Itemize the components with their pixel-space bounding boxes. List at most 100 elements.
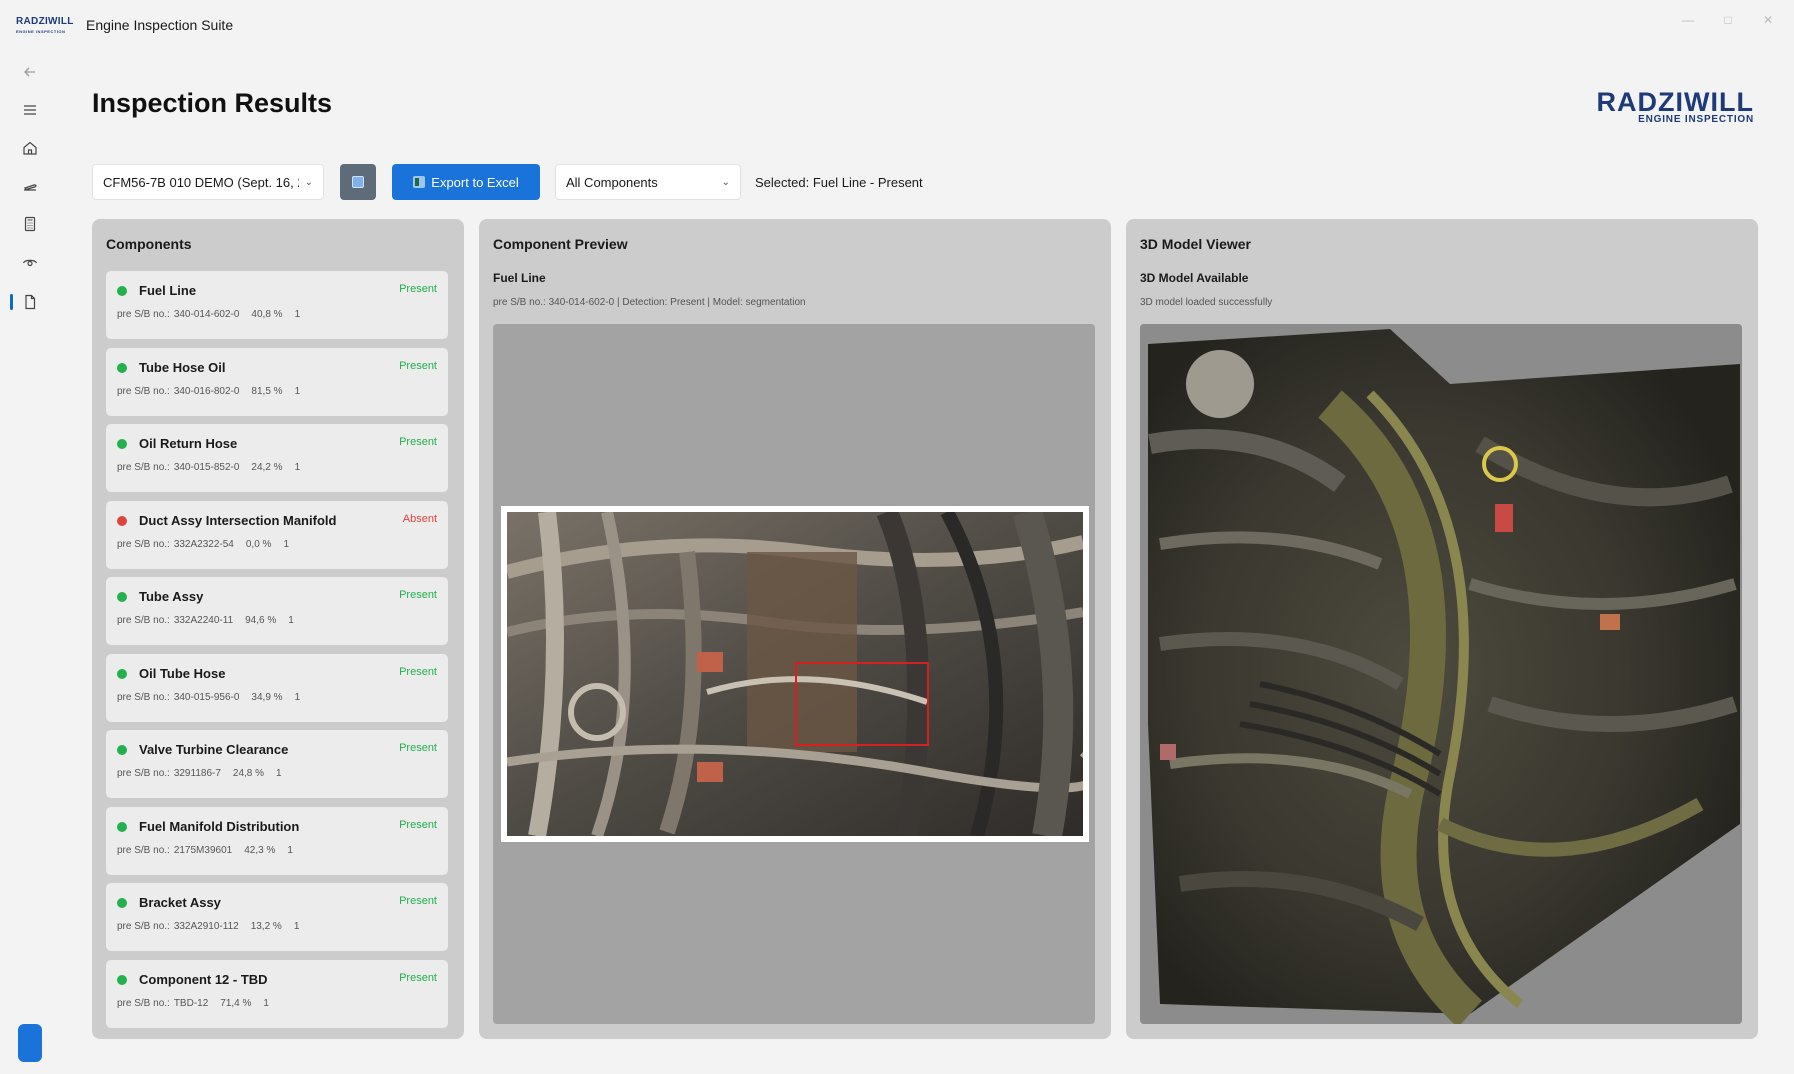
preview-viewport[interactable] bbox=[493, 324, 1095, 1024]
count-value: 1 bbox=[294, 385, 301, 397]
status-dot bbox=[117, 898, 127, 908]
part-label: pre S/B no.: bbox=[117, 538, 170, 550]
component-status: Present bbox=[399, 283, 437, 295]
selection-status: Selected: Fuel Line - Present bbox=[755, 175, 923, 190]
confidence-value: 71,4 % bbox=[220, 997, 252, 1009]
preview-component-name: Fuel Line bbox=[493, 271, 546, 285]
part-number: TBD-12 bbox=[173, 997, 209, 1009]
document-icon bbox=[25, 294, 36, 310]
part-number: 332A2240-11 bbox=[173, 615, 234, 626]
component-name: Fuel Manifold Distribution bbox=[139, 818, 300, 834]
component-card[interactable]: Tube Assy Present pre S/B no.: 332A2240-11 9… bbox=[106, 577, 448, 645]
menu-button[interactable] bbox=[14, 94, 46, 126]
component-meta: pre S/B no.: 340-015-852-0 24,2 % 1 bbox=[117, 462, 312, 473]
component-meta: pre S/B no.: 3291186-7 24,8 % 1 bbox=[117, 768, 294, 779]
component-card[interactable]: Valve Turbine Clearance Present pre S/B no… bbox=[106, 730, 448, 798]
component-status: Present bbox=[399, 818, 437, 831]
components-title: Components bbox=[106, 236, 192, 252]
nav-home[interactable] bbox=[14, 132, 46, 164]
engine-3d-model bbox=[1148, 329, 1740, 1024]
part-number: 3291186-7 bbox=[173, 768, 221, 779]
app-logo: RADZIWILL ENGINE INSPECTION bbox=[16, 17, 74, 37]
component-card[interactable]: Bracket Assy Present pre S/B no.: 332A2910-… bbox=[106, 883, 448, 951]
component-card[interactable]: Oil Tube Hose Present pre S/B no.: 340-015-… bbox=[106, 653, 448, 722]
component-meta: pre S/B no.: 340-015-956-0 34,9 % 1 bbox=[117, 692, 312, 703]
component-name: Fuel Line bbox=[139, 283, 197, 298]
preview-panel: Component Preview Fuel Line pre S/B no.:… bbox=[479, 219, 1111, 1039]
component-status: Present bbox=[399, 742, 437, 754]
count-value: 1 bbox=[294, 309, 301, 320]
component-name: Valve Turbine Clearance bbox=[139, 742, 289, 757]
count-value: 1 bbox=[294, 691, 301, 703]
nav-calculator[interactable] bbox=[14, 208, 46, 240]
status-pill[interactable] bbox=[18, 1024, 42, 1062]
model-viewport[interactable] bbox=[1140, 324, 1742, 1024]
component-filter-select[interactable]: All Components ⌄ bbox=[555, 164, 741, 200]
count-value: 1 bbox=[288, 615, 294, 626]
component-status: Present bbox=[399, 665, 437, 678]
part-label: pre S/B no.: bbox=[117, 462, 170, 473]
component-card[interactable]: Oil Return Hose Present pre S/B no.: 340-01… bbox=[106, 424, 448, 492]
back-arrow-icon bbox=[24, 67, 35, 77]
part-label: pre S/B no.: bbox=[117, 921, 170, 932]
part-label: pre S/B no.: bbox=[117, 309, 170, 320]
part-label: pre S/B no.: bbox=[117, 997, 170, 1009]
refresh-icon bbox=[352, 176, 364, 188]
component-meta: pre S/B no.: 332A2910-112 13,2 % 1 bbox=[117, 921, 311, 932]
part-number: 332A2910-112 bbox=[173, 921, 239, 932]
chevron-down-icon: ⌄ bbox=[304, 176, 313, 188]
count-value: 1 bbox=[294, 462, 301, 473]
part-number: 340-015-956-0 bbox=[173, 691, 240, 703]
app-logo-text: RADZIWILL bbox=[16, 16, 74, 27]
status-dot bbox=[117, 362, 127, 373]
status-dot bbox=[117, 668, 127, 679]
component-name: Oil Tube Hose bbox=[139, 665, 226, 681]
nav-results[interactable] bbox=[14, 286, 46, 318]
refresh-button[interactable] bbox=[340, 164, 376, 200]
preview-title: Component Preview bbox=[493, 236, 628, 252]
count-value: 1 bbox=[293, 921, 300, 932]
inspection-select[interactable]: CFM56-7B 010 DEMO (Sept. 16, 2 ⌄ bbox=[92, 164, 324, 200]
component-name: Oil Return Hose bbox=[139, 436, 238, 451]
export-excel-button[interactable]: Export to Excel bbox=[392, 164, 540, 200]
component-card[interactable]: Component 12 - TBD Present pre S/B no.: TBD… bbox=[106, 959, 448, 1028]
components-panel: Components Fuel Line Present pre S/B no.: 3… bbox=[92, 219, 464, 1039]
minimize-button[interactable]: — bbox=[1668, 8, 1708, 32]
back-button[interactable] bbox=[14, 56, 46, 88]
home-icon bbox=[23, 141, 37, 155]
detection-bounding-box bbox=[795, 662, 929, 746]
nav-aircraft[interactable] bbox=[14, 170, 46, 202]
count-value: 1 bbox=[276, 768, 282, 779]
confidence-value: 81,5 % bbox=[251, 385, 283, 397]
component-card[interactable]: Fuel Line Present pre S/B no.: 340-014-602-… bbox=[106, 271, 448, 339]
component-status: Present bbox=[399, 359, 437, 372]
nav-rail bbox=[8, 48, 52, 1074]
app-logo-subtext: ENGINE INSPECTION bbox=[16, 29, 66, 34]
confidence-value: 0,0 % bbox=[245, 538, 272, 550]
eye-icon bbox=[22, 259, 38, 267]
maximize-button[interactable]: □ bbox=[1708, 8, 1748, 32]
component-card[interactable]: Tube Hose Oil Present pre S/B no.: 340-016-… bbox=[106, 347, 448, 416]
component-card[interactable]: Fuel Manifold Distribution Present pre S/B… bbox=[106, 806, 448, 875]
component-name: Tube Assy bbox=[139, 589, 204, 604]
model-panel: 3D Model Viewer 3D Model Available 3D mo… bbox=[1126, 219, 1758, 1039]
component-meta: pre S/B no.: 340-016-802-0 81,5 % 1 bbox=[117, 386, 312, 397]
component-meta: pre S/B no.: TBD-12 71,4 % 1 bbox=[117, 998, 281, 1009]
close-button[interactable]: ✕ bbox=[1748, 8, 1788, 32]
plane-icon bbox=[24, 184, 37, 191]
component-card[interactable]: Duct Assy Intersection Manifold Absent pre… bbox=[106, 500, 448, 569]
inspection-select-value: CFM56-7B 010 DEMO (Sept. 16, 2 bbox=[103, 174, 299, 190]
confidence-value: 34,9 % bbox=[251, 691, 283, 703]
part-label: pre S/B no.: bbox=[117, 615, 170, 626]
chevron-down-icon: ⌄ bbox=[721, 176, 730, 188]
page-title: Inspection Results bbox=[92, 88, 333, 118]
confidence-value: 24,2 % bbox=[251, 462, 283, 473]
component-name: Tube Hose Oil bbox=[139, 359, 226, 375]
nav-inspection[interactable] bbox=[14, 246, 46, 278]
component-status: Present bbox=[399, 589, 437, 601]
confidence-value: 42,3 % bbox=[244, 844, 276, 856]
status-dot bbox=[117, 974, 127, 985]
status-dot bbox=[117, 439, 127, 449]
component-status: Present bbox=[399, 895, 437, 907]
confidence-value: 94,6 % bbox=[245, 615, 277, 626]
